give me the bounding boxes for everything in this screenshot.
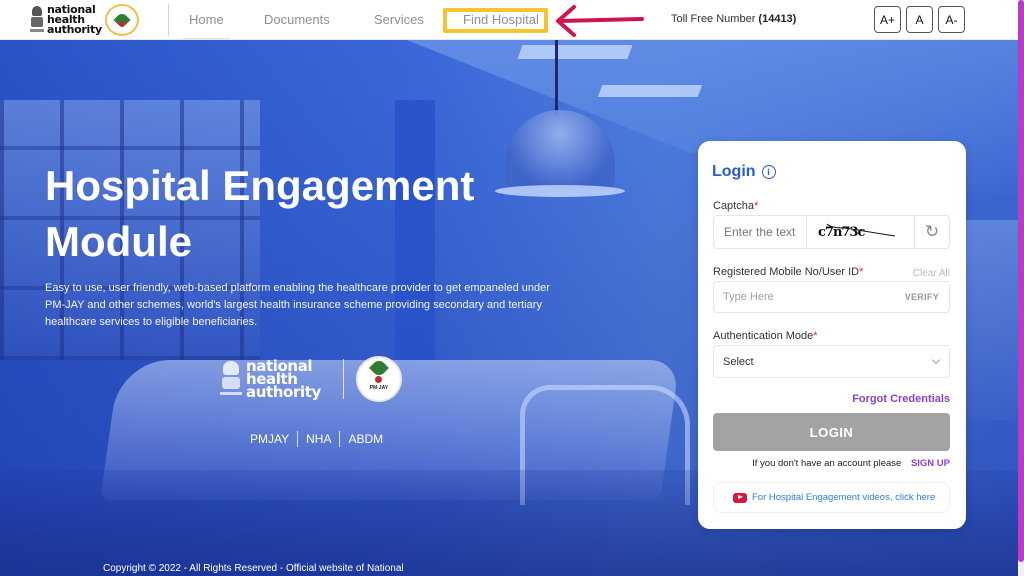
hero-links: PMJAY NHA ABDM bbox=[250, 431, 383, 447]
bg-lamp-cord bbox=[555, 40, 558, 115]
verify-button[interactable]: VERIFY bbox=[905, 292, 939, 302]
info-icon[interactable]: i bbox=[761, 165, 776, 179]
dot-icon bbox=[375, 376, 383, 383]
no-account-text: If you don't have an account please bbox=[752, 458, 902, 469]
auth-mode-select[interactable]: Select bbox=[713, 345, 950, 378]
auth-mode-value: Select bbox=[723, 355, 754, 368]
top-header: national health authority Home Documents… bbox=[0, 0, 1018, 40]
pmjay-logo[interactable] bbox=[105, 4, 139, 36]
login-title: Login i bbox=[712, 163, 776, 181]
font-size-controls: A+ A A- bbox=[874, 6, 965, 33]
required-mark: * bbox=[753, 200, 759, 212]
refresh-captcha-icon[interactable]: ↻ bbox=[915, 216, 949, 248]
bg-ceiling-light bbox=[597, 85, 703, 97]
link-nha[interactable]: NHA bbox=[306, 432, 331, 446]
toll-free-label: Toll Free Number bbox=[671, 13, 756, 25]
chevron-down-icon bbox=[931, 355, 941, 365]
bg-ceiling-light bbox=[517, 45, 633, 59]
header-divider bbox=[168, 4, 169, 36]
nav-documents[interactable]: Documents bbox=[264, 12, 330, 27]
link-separator bbox=[339, 431, 341, 447]
bg-room bbox=[960, 220, 1018, 420]
nav-services[interactable]: Services bbox=[374, 12, 424, 27]
copyright-text: Copyright © 2022 - All Rights Reserved -… bbox=[103, 563, 404, 574]
font-increase-button[interactable]: A+ bbox=[874, 6, 901, 33]
toll-free-value: (14413) bbox=[758, 13, 797, 25]
mobile-field: VERIFY bbox=[713, 281, 950, 313]
nav-home[interactable]: Home bbox=[183, 12, 230, 39]
font-decrease-button[interactable]: A- bbox=[938, 6, 965, 33]
hero-title-line: Hospital Engagement bbox=[45, 162, 475, 209]
signup-link[interactable]: SIGN UP bbox=[911, 458, 950, 469]
national-emblem-icon bbox=[30, 6, 44, 34]
hero-nha-logo-text: national health authority bbox=[246, 358, 321, 401]
login-card: Login i Captcha* c7n73c ↻ Registered Mob… bbox=[698, 141, 966, 529]
link-separator bbox=[297, 431, 299, 447]
signup-row: If you don't have an account please SIGN… bbox=[752, 458, 950, 469]
dot-icon bbox=[119, 21, 125, 27]
toll-free-number: Toll Free Number (14413) bbox=[671, 13, 796, 25]
annotation-arrow-icon bbox=[556, 5, 644, 37]
videos-link[interactable]: For Hospital Engagement videos, click he… bbox=[713, 482, 950, 513]
scrollbar-thumb[interactable] bbox=[1018, 0, 1024, 562]
login-button[interactable]: LOGIN bbox=[713, 413, 950, 451]
hero-title: Hospital Engagement Module bbox=[45, 158, 525, 270]
font-reset-button[interactable]: A bbox=[906, 6, 933, 33]
captcha-row: c7n73c ↻ bbox=[713, 215, 950, 249]
captcha-input[interactable] bbox=[714, 216, 806, 248]
captcha-label-text: Captcha bbox=[713, 200, 754, 212]
auth-mode-label-text: Authentication Mode bbox=[713, 330, 814, 342]
mobile-label: Registered Mobile No/User ID* bbox=[713, 266, 863, 278]
mobile-input[interactable] bbox=[714, 291, 905, 303]
nha-logo-text: national health authority bbox=[47, 4, 102, 36]
required-mark: * bbox=[859, 266, 864, 278]
login-title-text: Login bbox=[712, 163, 756, 180]
captcha-label: Captcha* bbox=[713, 200, 758, 212]
leaf-icon bbox=[368, 358, 389, 378]
clear-all-link[interactable]: Clear All bbox=[913, 268, 950, 279]
mobile-label-text: Registered Mobile No/User ID bbox=[713, 266, 860, 278]
hero-pmjay-logo: PM-JAY bbox=[355, 356, 402, 402]
pmjay-label: PM-JAY bbox=[369, 385, 389, 391]
hero-title-line: Module bbox=[45, 218, 192, 265]
captcha-text: c7n73c bbox=[818, 225, 865, 240]
hero-description: Easy to use, user friendly, web-based pl… bbox=[45, 282, 550, 328]
nha-logo[interactable]: national health authority bbox=[30, 3, 102, 37]
logo-word: authority bbox=[246, 382, 321, 401]
logo-divider bbox=[342, 359, 344, 399]
forgot-credentials-link[interactable]: Forgot Credentials bbox=[852, 393, 950, 405]
link-pmjay[interactable]: PMJAY bbox=[250, 432, 289, 446]
required-mark: * bbox=[813, 330, 818, 342]
nav-find-hospital[interactable]: Find Hospital bbox=[463, 12, 539, 27]
auth-mode-label: Authentication Mode* bbox=[713, 330, 818, 342]
logo-word: authority bbox=[47, 23, 102, 36]
captcha-image: c7n73c bbox=[806, 216, 915, 248]
videos-link-text: For Hospital Engagement videos, click he… bbox=[752, 492, 936, 503]
link-abdm[interactable]: ABDM bbox=[348, 432, 383, 446]
youtube-icon bbox=[733, 492, 747, 503]
national-emblem-icon bbox=[220, 359, 242, 399]
hero-logos: national health authority PM-JAY bbox=[220, 353, 402, 405]
